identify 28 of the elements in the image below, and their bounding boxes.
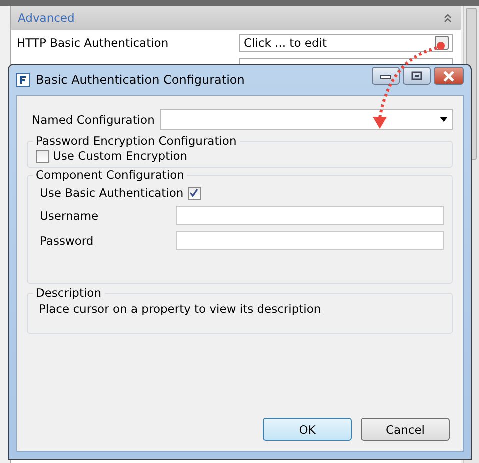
group-title: Password Encryption Configuration (35, 134, 238, 148)
checkbox[interactable] (36, 150, 49, 162)
dropdown-arrow-icon (440, 117, 448, 122)
ok-button[interactable]: OK (263, 418, 352, 441)
checkbox[interactable] (188, 186, 201, 200)
property-label: HTTP Basic Authentication (17, 36, 169, 50)
field-label: Named Configuration (32, 112, 155, 126)
window-title: Basic Authentication Configuration (36, 73, 246, 87)
cancel-button[interactable]: Cancel (361, 418, 450, 441)
checkbox-label: Use Basic Authentication (40, 186, 184, 200)
property-value: Click ... to edit (244, 36, 327, 50)
checkbox-label: Use Custom Encryption (53, 149, 188, 163)
description-text: Place cursor on a property to view its description (39, 302, 322, 316)
collapse-icon[interactable] (443, 13, 453, 23)
group-title: Description (35, 286, 102, 300)
property-field[interactable]: Click ... to edit (239, 34, 453, 52)
field-label: Username (40, 208, 100, 222)
maximize-button[interactable] (403, 67, 431, 85)
input-field[interactable] (176, 231, 444, 250)
close-button[interactable] (434, 67, 464, 85)
section-title: Advanced (18, 11, 75, 25)
app-icon (16, 73, 30, 87)
maximize-icon (411, 71, 423, 81)
group-title: Component Configuration (35, 168, 186, 182)
input-field[interactable] (176, 206, 444, 225)
minimize-button[interactable] (372, 67, 400, 85)
field-label: Password (40, 234, 95, 248)
close-icon (442, 70, 456, 82)
